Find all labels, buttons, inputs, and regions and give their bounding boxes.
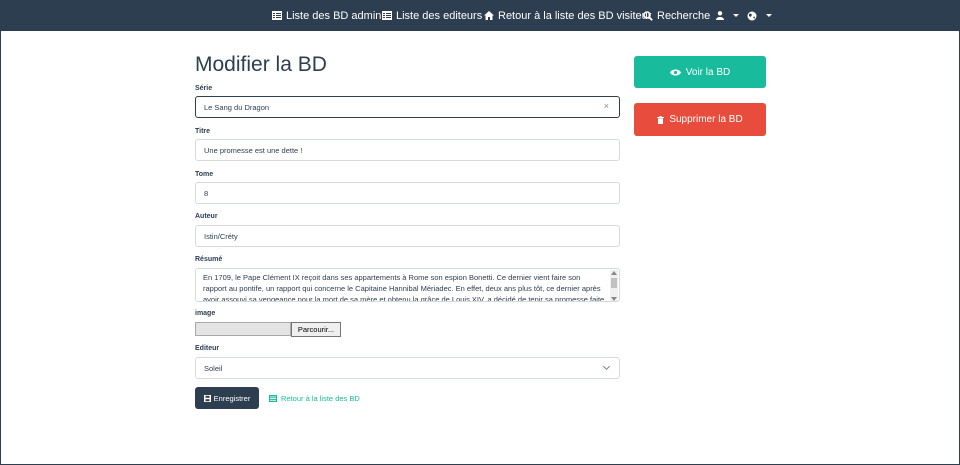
floppy-disk-icon [203, 394, 211, 402]
language-menu-dropdown[interactable] [747, 0, 772, 31]
chevron-down-icon [766, 14, 772, 17]
nav-editors-list-label: Liste des editeurs [396, 9, 483, 22]
user-menu-dropdown[interactable] [716, 0, 739, 31]
delete-bd-label: Supprimer la BD [669, 114, 743, 125]
user-icon [716, 11, 724, 20]
top-navbar: Liste des BD admin Liste des editeurs Re… [0, 0, 960, 31]
chevron-down-icon [602, 362, 611, 371]
nav-admin-list-label: Liste des BD admin [286, 9, 382, 22]
back-to-list-link[interactable]: Retour à la liste des BD [269, 387, 360, 409]
tome-value: 8 [204, 188, 209, 198]
globe-icon [747, 11, 757, 20]
resume-value: En 1709, le Pape Clément IX reçoit dans … [203, 273, 605, 302]
image-file-input[interactable] [195, 322, 291, 336]
back-link-label: Retour à la liste des BD [281, 393, 360, 403]
textarea-scrollbar[interactable] [610, 270, 618, 301]
view-bd-label: Voir la BD [685, 66, 731, 78]
titre-value: Une promesse est une dette ! [204, 145, 303, 155]
list-icon [269, 394, 277, 402]
save-button[interactable]: Enregistrer [195, 387, 259, 409]
list-icon [382, 11, 392, 20]
scroll-thumb[interactable] [611, 278, 617, 288]
serie-input[interactable]: Le Sang du Dragon × [195, 96, 620, 118]
scroll-up-icon[interactable] [611, 271, 617, 275]
tome-input[interactable]: 8 [195, 182, 620, 204]
image-label: image [195, 310, 216, 317]
scroll-down-icon[interactable] [611, 297, 617, 301]
clear-icon[interactable]: × [604, 101, 609, 111]
tome-label: Tome [195, 171, 214, 178]
nav-visitor-list[interactable]: Retour à la liste des BD visiteur [484, 0, 651, 31]
titre-input[interactable]: Une promesse est une dette ! [195, 139, 620, 161]
resume-textarea[interactable]: En 1709, le Pape Clément IX reçoit dans … [195, 268, 620, 302]
nav-admin-list[interactable]: Liste des BD admin [272, 0, 381, 31]
auteur-value: Istin/Créty [204, 231, 238, 241]
nav-visitor-list-label: Retour à la liste des BD visiteur [498, 9, 652, 22]
list-icon [272, 11, 282, 20]
home-icon [484, 11, 494, 20]
chevron-down-icon [733, 14, 739, 17]
serie-label: Série [195, 85, 213, 92]
serie-value: Le Sang du Dragon [204, 102, 270, 112]
browse-button[interactable]: Parcourir... [291, 322, 341, 337]
editeur-value: Soleil [204, 363, 223, 373]
nav-search[interactable]: Recherche [643, 0, 710, 31]
titre-label: Titre [195, 128, 211, 135]
view-bd-button[interactable]: Voir la BD [634, 56, 766, 88]
page-title: Modifier la BD [195, 53, 327, 76]
editeur-label: Editeur [195, 345, 220, 352]
trash-icon [657, 115, 665, 124]
auteur-label: Auteur [195, 213, 218, 220]
nav-search-label: Recherche [657, 9, 711, 22]
nav-editors-list[interactable]: Liste des editeurs [382, 0, 482, 31]
editeur-select[interactable]: Soleil [195, 357, 620, 379]
search-icon [643, 10, 653, 21]
resume-label: Résumé [195, 256, 223, 263]
delete-bd-button[interactable]: Supprimer la BD [634, 103, 766, 136]
auteur-input[interactable]: Istin/Créty [195, 225, 620, 247]
save-label: Enregistrer [213, 393, 251, 403]
eye-icon [669, 69, 681, 75]
